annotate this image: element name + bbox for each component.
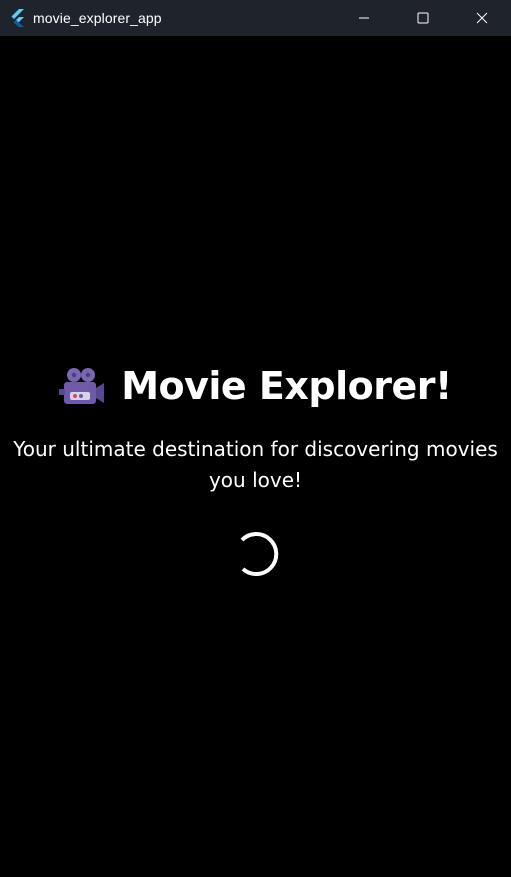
minimize-icon	[358, 17, 369, 19]
minimize-button[interactable]	[334, 0, 393, 36]
page-title: Movie Explorer!	[121, 364, 452, 408]
movie-camera-icon	[59, 368, 105, 404]
tagline: Your ultimate destination for discoverin…	[13, 437, 498, 492]
flutter-logo-icon	[9, 9, 27, 27]
spinner-icon	[240, 532, 279, 577]
maximize-button[interactable]	[393, 0, 452, 36]
splash-screen: Movie Explorer! Your ultimate destinatio…	[0, 36, 511, 877]
close-icon	[476, 12, 487, 24]
heading-row: Movie Explorer!	[0, 362, 511, 410]
maximize-icon	[417, 12, 428, 24]
close-button[interactable]	[452, 0, 511, 36]
title-bar[interactable]: movie_explorer_app	[0, 0, 511, 36]
app-window: movie_explorer_app Movie Explorer! Your …	[0, 0, 511, 877]
window-title: movie_explorer_app	[33, 10, 162, 26]
window-controls	[334, 0, 511, 36]
